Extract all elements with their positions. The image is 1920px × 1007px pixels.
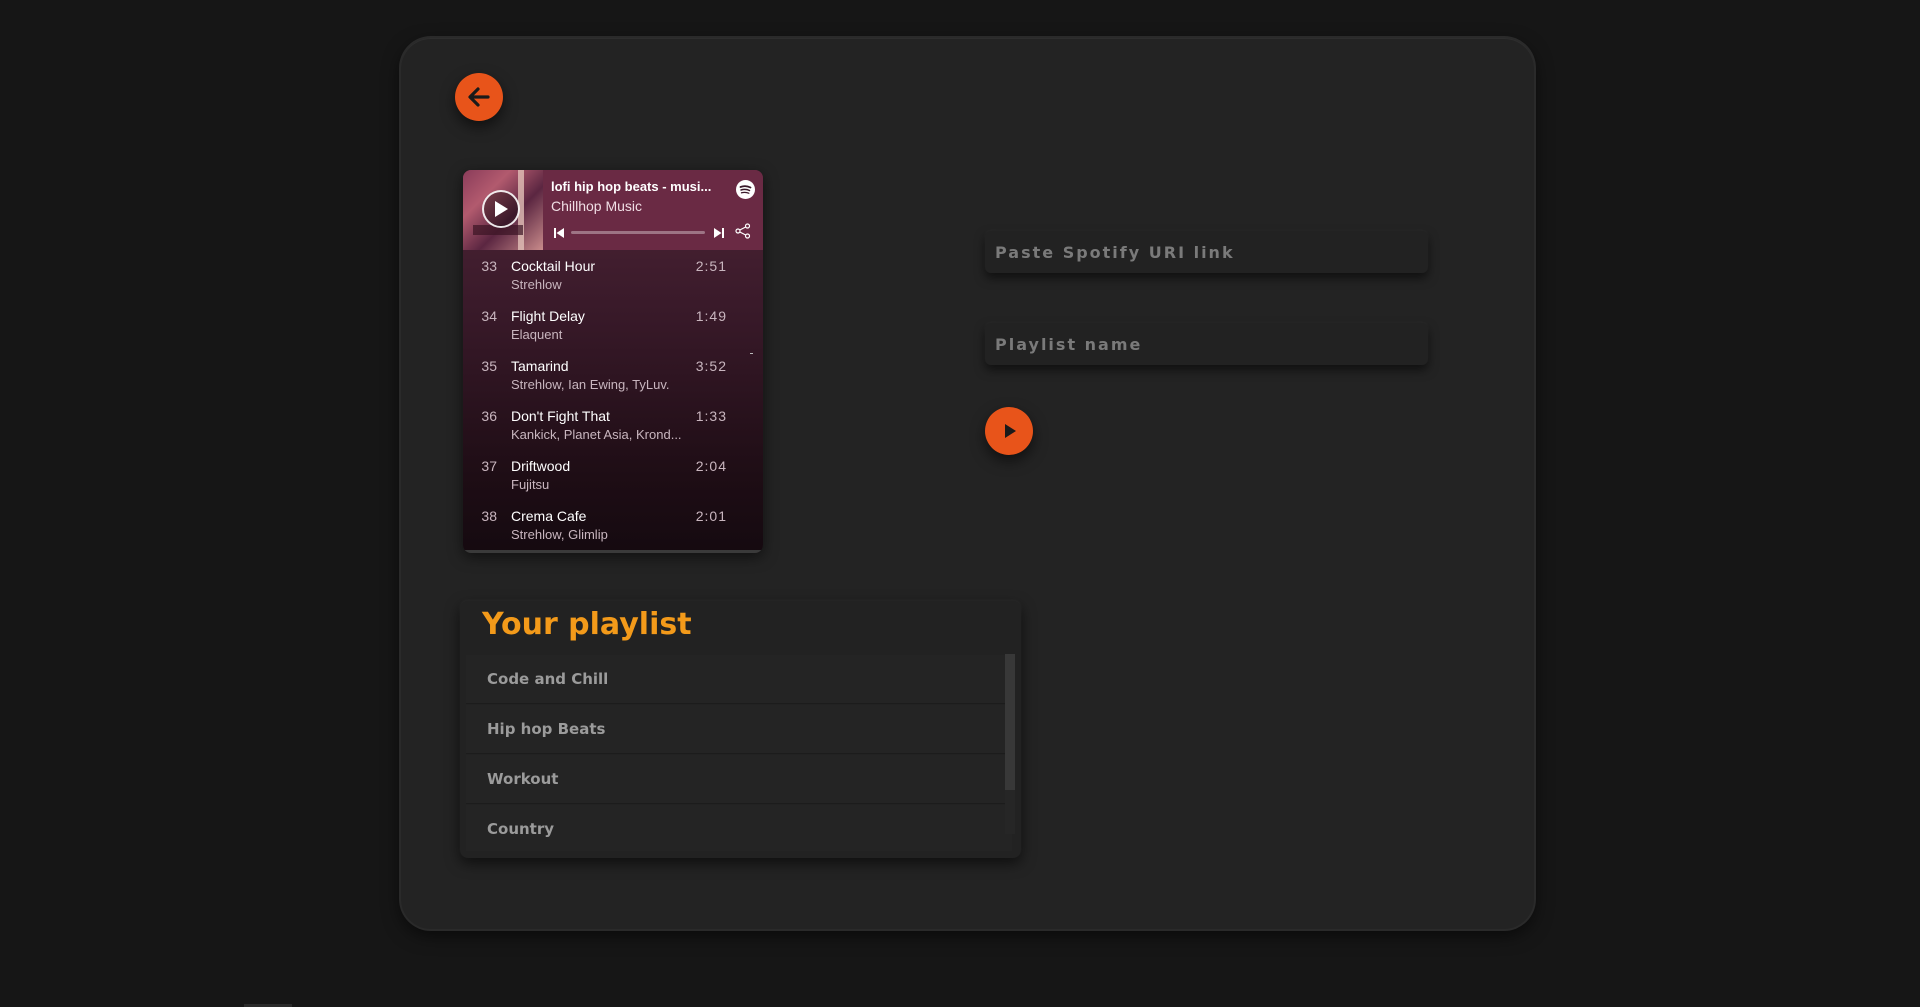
track-row[interactable]: 35 Tamarind Strehlow, Ian Ewing, TyLuv. … [463,352,763,402]
track-name: Driftwood [511,458,571,474]
track-duration: 3:52 [695,358,727,374]
track-row[interactable]: 34 Flight Delay Elaquent 1:49 [463,302,763,352]
track-name: Tamarind [511,358,569,374]
play-icon [495,201,508,217]
playlist-card: Your playlist Code and Chill Hip hop Bea… [460,601,1021,858]
playlist-cover [463,170,543,250]
track-number: 34 [481,308,497,324]
skip-next-icon[interactable] [713,226,725,244]
playlist-item[interactable]: Workout [466,755,1012,804]
embed-title[interactable]: lofi hip hop beats - musi... [551,179,721,194]
playlist-scrollbar-thumb[interactable] [1005,654,1015,790]
track-number: 35 [481,358,497,374]
playlist-heading: Your playlist [482,607,692,642]
play-icon [1005,424,1016,438]
share-icon[interactable] [735,223,751,244]
track-row[interactable]: 38 Crema Cafe Strehlow, Glimlip 2:01 [463,502,763,552]
track-row[interactable]: 33 Cocktail Hour Strehlow 2:51 [463,252,763,302]
track-artist: Kankick, Planet Asia, Krond... [511,427,682,442]
track-name: Cocktail Hour [511,258,596,274]
track-number: 33 [481,258,497,274]
playlist-item[interactable]: Hip hop Beats [466,705,1012,754]
spotify-uri-input[interactable] [985,231,1428,273]
submit-button[interactable] [985,407,1033,455]
playlist-name-input[interactable] [985,323,1428,365]
track-artist: Fujitsu [511,477,550,492]
playlist-item[interactable]: Country [466,805,1012,851]
embed-divider [463,550,763,553]
track-name: Crema Cafe [511,508,587,524]
skip-previous-icon[interactable] [553,226,565,244]
track-name: Flight Delay [511,308,585,324]
embed-artist[interactable]: Chillhop Music [551,198,642,214]
playlist-list: Code and Chill Hip hop Beats Workout Cou… [466,655,1012,851]
back-button[interactable] [455,73,503,121]
track-duration: 2:51 [695,258,727,274]
track-row[interactable]: 36 Don't Fight That Kankick, Planet Asia… [463,402,763,452]
spotify-embed: lofi hip hop beats - musi... Chillhop Mu… [463,170,763,553]
track-artist: Strehlow, Ian Ewing, TyLuv. [511,377,670,392]
embed-play-button[interactable] [482,190,520,228]
track-number: 38 [481,508,497,524]
track-duration: 2:01 [695,508,727,524]
track-row[interactable]: 37 Driftwood Fujitsu 2:04 [463,452,763,502]
spotify-logo-icon[interactable] [736,180,755,199]
track-artist: Strehlow, Glimlip [511,527,608,542]
track-duration: 1:49 [695,308,727,324]
track-duration: 1:33 [695,408,727,424]
playlist-item[interactable]: Code and Chill [466,655,1012,704]
track-artist: Strehlow [511,277,562,292]
track-number: 37 [481,458,497,474]
track-number: 36 [481,408,497,424]
progress-bar[interactable] [571,231,705,234]
arrow-left-icon [468,87,490,107]
track-artist: Elaquent [511,327,563,342]
embed-scrollbar[interactable] [750,353,753,354]
track-duration: 2:04 [695,458,727,474]
track-name: Don't Fight That [511,408,610,424]
